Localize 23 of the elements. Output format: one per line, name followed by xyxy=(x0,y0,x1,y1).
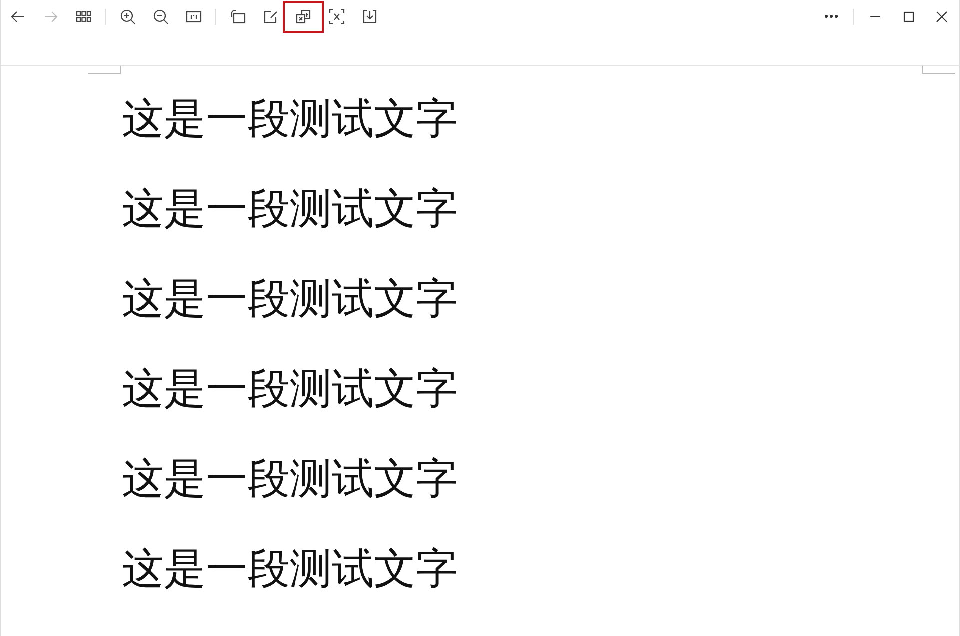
zoom-in-icon xyxy=(120,8,136,24)
text-select-icon xyxy=(328,8,344,24)
minimize-icon xyxy=(870,16,881,18)
grid-icon xyxy=(76,8,92,24)
translate-icon xyxy=(296,8,312,24)
back-arrow-icon xyxy=(10,8,26,24)
translate-button[interactable] xyxy=(283,0,324,32)
rotate-icon xyxy=(230,8,246,24)
save-icon xyxy=(362,8,378,24)
document-text-line: 这是一段测试文字 xyxy=(122,93,459,145)
page-corner-mark xyxy=(88,66,121,74)
document-text-line: 这是一段测试文字 xyxy=(122,273,459,325)
zoom-out-icon xyxy=(152,8,168,24)
more-icon xyxy=(825,15,838,18)
edit-icon xyxy=(262,8,278,24)
document-text-line: 这是一段测试文字 xyxy=(122,363,459,415)
document-text-line: 这是一段测试文字 xyxy=(122,543,459,595)
document-text-line: 这是一段测试文字 xyxy=(122,453,459,505)
page-corner-mark xyxy=(922,66,955,74)
document-text-line: 这是一段测试文字 xyxy=(122,183,459,235)
close-icon xyxy=(934,8,950,24)
actual-size-icon xyxy=(186,8,202,24)
forward-arrow-icon xyxy=(42,8,58,24)
